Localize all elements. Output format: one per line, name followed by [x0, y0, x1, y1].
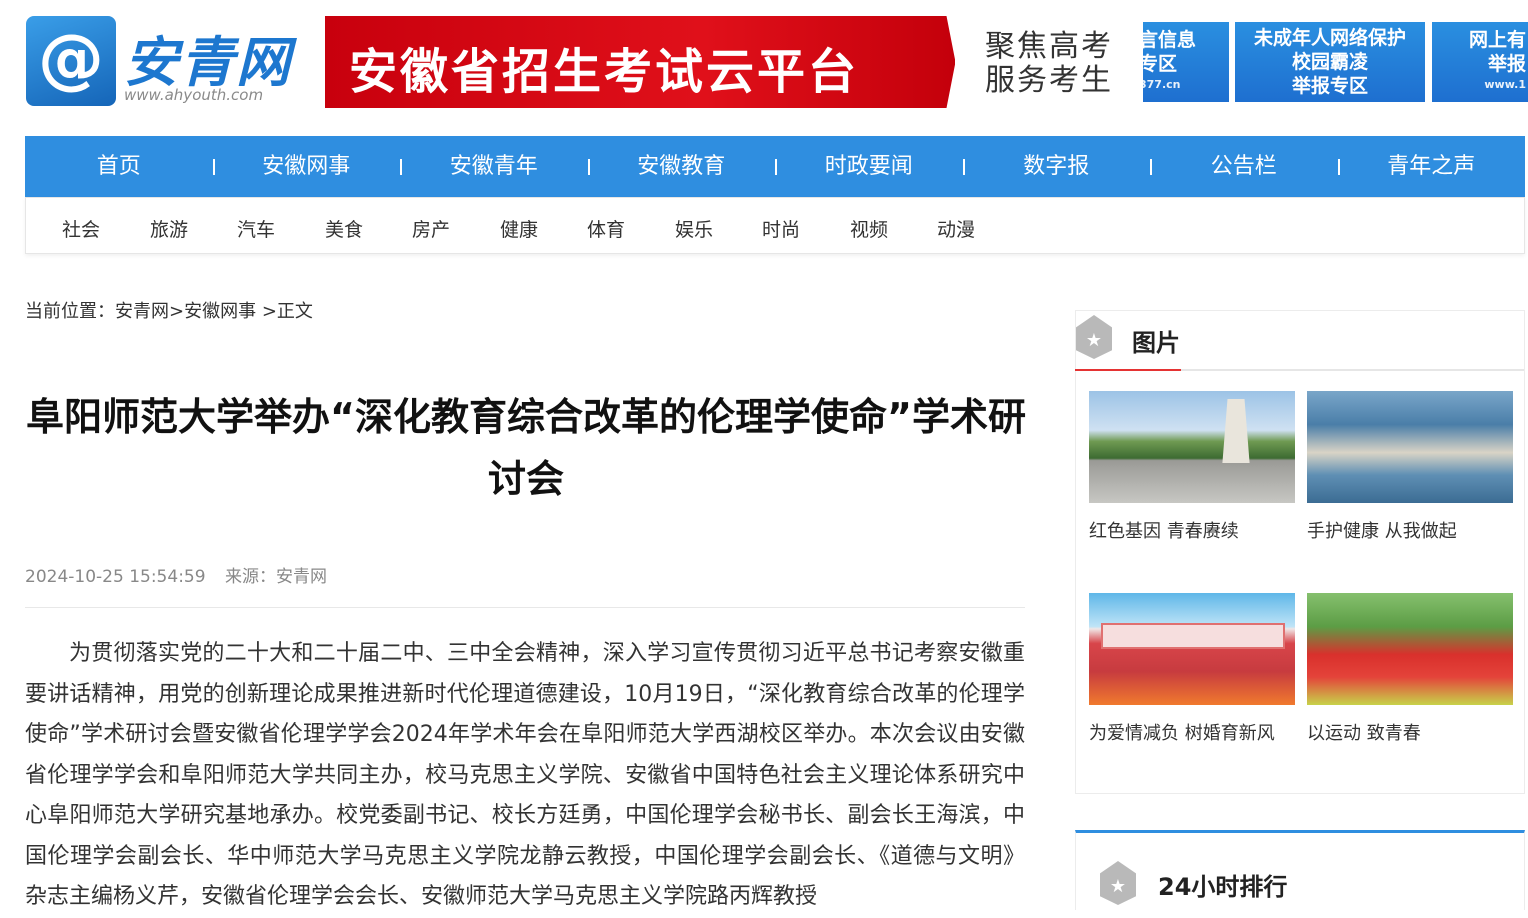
breadcrumb: 当前位置：安青网>安徽网事 >正文 [25, 297, 313, 323]
photo-caption: 为爱情减负 树婚育新风 [1089, 723, 1275, 744]
exam-platform-banner[interactable]: 安徽省招生考试云平台 [325, 16, 955, 108]
ad-minor-protection[interactable]: 未成年人网络保护 校园霸凌 举报专区 [1235, 22, 1425, 102]
sub-nav: 社会 旅游 汽车 美食 房产 健康 体育 娱乐 时尚 视频 动漫 [25, 197, 1525, 254]
banner-side-line2: 服务考生 [985, 63, 1113, 98]
article-datetime: 2024-10-25 15:54:59 [25, 567, 206, 587]
article-title: 阜阳师范大学举办“深化教育综合改革的伦理学使命”学术研讨会 [26, 395, 1026, 501]
banner-side-line1: 聚焦高考 [985, 29, 1113, 64]
main-nav: 首页 安徽网事 安徽青年 安徽教育 时政要闻 数字报 公告栏 青年之声 [25, 136, 1525, 197]
ad-info-zone[interactable]: 言信息 专区 377.cn [1143, 22, 1229, 102]
photo-caption: 以运动 致青春 [1307, 723, 1421, 744]
ad1-url: 377.cn [1143, 78, 1181, 91]
ad3-line1: 网上有 [1468, 29, 1526, 51]
nav-item-youth-voice[interactable]: 青年之声 [1337, 136, 1526, 197]
subnav-item-travel[interactable]: 旅游 [150, 215, 188, 242]
banner-text: 安徽省招生考试云平台 [349, 44, 860, 100]
ad2-line2: 校园霸凌 [1291, 51, 1368, 73]
breadcrumb-separator: > [169, 301, 185, 322]
photos-panel: ★ 图片 红色基因 青春赓续 手护健康 从我做起 为爱情减负 树婚育新风 以运动… [1075, 310, 1525, 794]
ad2-line1: 未成年人网络保护 [1253, 27, 1406, 49]
photos-panel-title: 图片 [1132, 329, 1180, 357]
subnav-item-fashion[interactable]: 时尚 [762, 215, 800, 242]
subnav-item-society[interactable]: 社会 [62, 215, 100, 242]
photo-card[interactable]: 手护健康 从我做起 [1307, 391, 1513, 543]
photo-card[interactable]: 为爱情减负 树婚育新风 [1089, 593, 1295, 745]
subnav-item-anime[interactable]: 动漫 [937, 215, 975, 242]
article-source: 来源：安青网 [224, 567, 327, 587]
photo-thumbnail [1307, 391, 1513, 503]
photo-thumbnail [1089, 593, 1295, 705]
star-badge-icon: ★ [1076, 315, 1112, 359]
breadcrumb-home-link[interactable]: 安青网 [115, 301, 169, 322]
article-meta: 2024-10-25 15:54:59 来源：安青网 [25, 562, 327, 587]
star-badge-icon: ★ [1100, 861, 1136, 905]
ad3-url: www.1 [1484, 78, 1526, 91]
photo-card[interactable]: 以运动 致青春 [1307, 593, 1513, 745]
subnav-item-food[interactable]: 美食 [325, 215, 363, 242]
nav-item-politics[interactable]: 时政要闻 [775, 136, 963, 197]
photo-card[interactable]: 红色基因 青春赓续 [1089, 391, 1295, 543]
nav-item-bulletin[interactable]: 公告栏 [1150, 136, 1338, 197]
logo-url: www.ahyouth.com [124, 86, 264, 104]
nav-item-digital-paper[interactable]: 数字报 [962, 136, 1151, 197]
photo-thumbnail [1089, 391, 1295, 503]
nav-item-home[interactable]: 首页 [25, 136, 213, 197]
logo-at-icon: @ [26, 16, 116, 106]
subnav-item-sports[interactable]: 体育 [587, 215, 625, 242]
nav-item-anhui-education[interactable]: 安徽教育 [587, 136, 776, 197]
breadcrumb-separator: > [256, 301, 277, 322]
ad2-line3: 举报专区 [1291, 75, 1368, 97]
photos-panel-header: ★ 图片 [1075, 311, 1524, 371]
ranking-panel: ★ 24小时排行 [1075, 830, 1525, 910]
breadcrumb-current: 正文 [276, 301, 313, 322]
photo-thumbnail [1307, 593, 1513, 705]
ad1-line2: 专区 [1143, 53, 1178, 75]
banner-side-text[interactable]: 聚焦高考 服务考生 [985, 30, 1125, 98]
nav-item-anhui-news[interactable]: 安徽网事 [212, 136, 401, 197]
ad1-line1: 言信息 [1143, 29, 1197, 51]
article-divider [25, 607, 1025, 608]
photo-caption: 红色基因 青春赓续 [1089, 521, 1239, 542]
site-logo[interactable]: @ 安青网 www.ahyouth.com [26, 16, 290, 106]
subnav-item-video[interactable]: 视频 [850, 215, 888, 242]
breadcrumb-prefix: 当前位置： [25, 301, 115, 322]
ad-online-report[interactable]: 网上有 举报 www.1 [1432, 22, 1528, 102]
ranking-panel-title: 24小时排行 [1158, 873, 1288, 901]
subnav-item-auto[interactable]: 汽车 [237, 215, 275, 242]
nav-item-anhui-youth[interactable]: 安徽青年 [400, 136, 588, 197]
subnav-item-entertainment[interactable]: 娱乐 [675, 215, 713, 242]
photo-caption: 手护健康 从我做起 [1307, 521, 1457, 542]
article-body: 为贯彻落实党的二十大和二十届二中、三中全会精神，深入学习宣传贯彻习近平总书记考察… [25, 641, 1025, 909]
breadcrumb-section-link[interactable]: 安徽网事 [184, 301, 256, 322]
subnav-item-realestate[interactable]: 房产 [412, 215, 450, 242]
subnav-item-health[interactable]: 健康 [500, 215, 538, 242]
ad3-line2: 举报 [1487, 53, 1526, 75]
